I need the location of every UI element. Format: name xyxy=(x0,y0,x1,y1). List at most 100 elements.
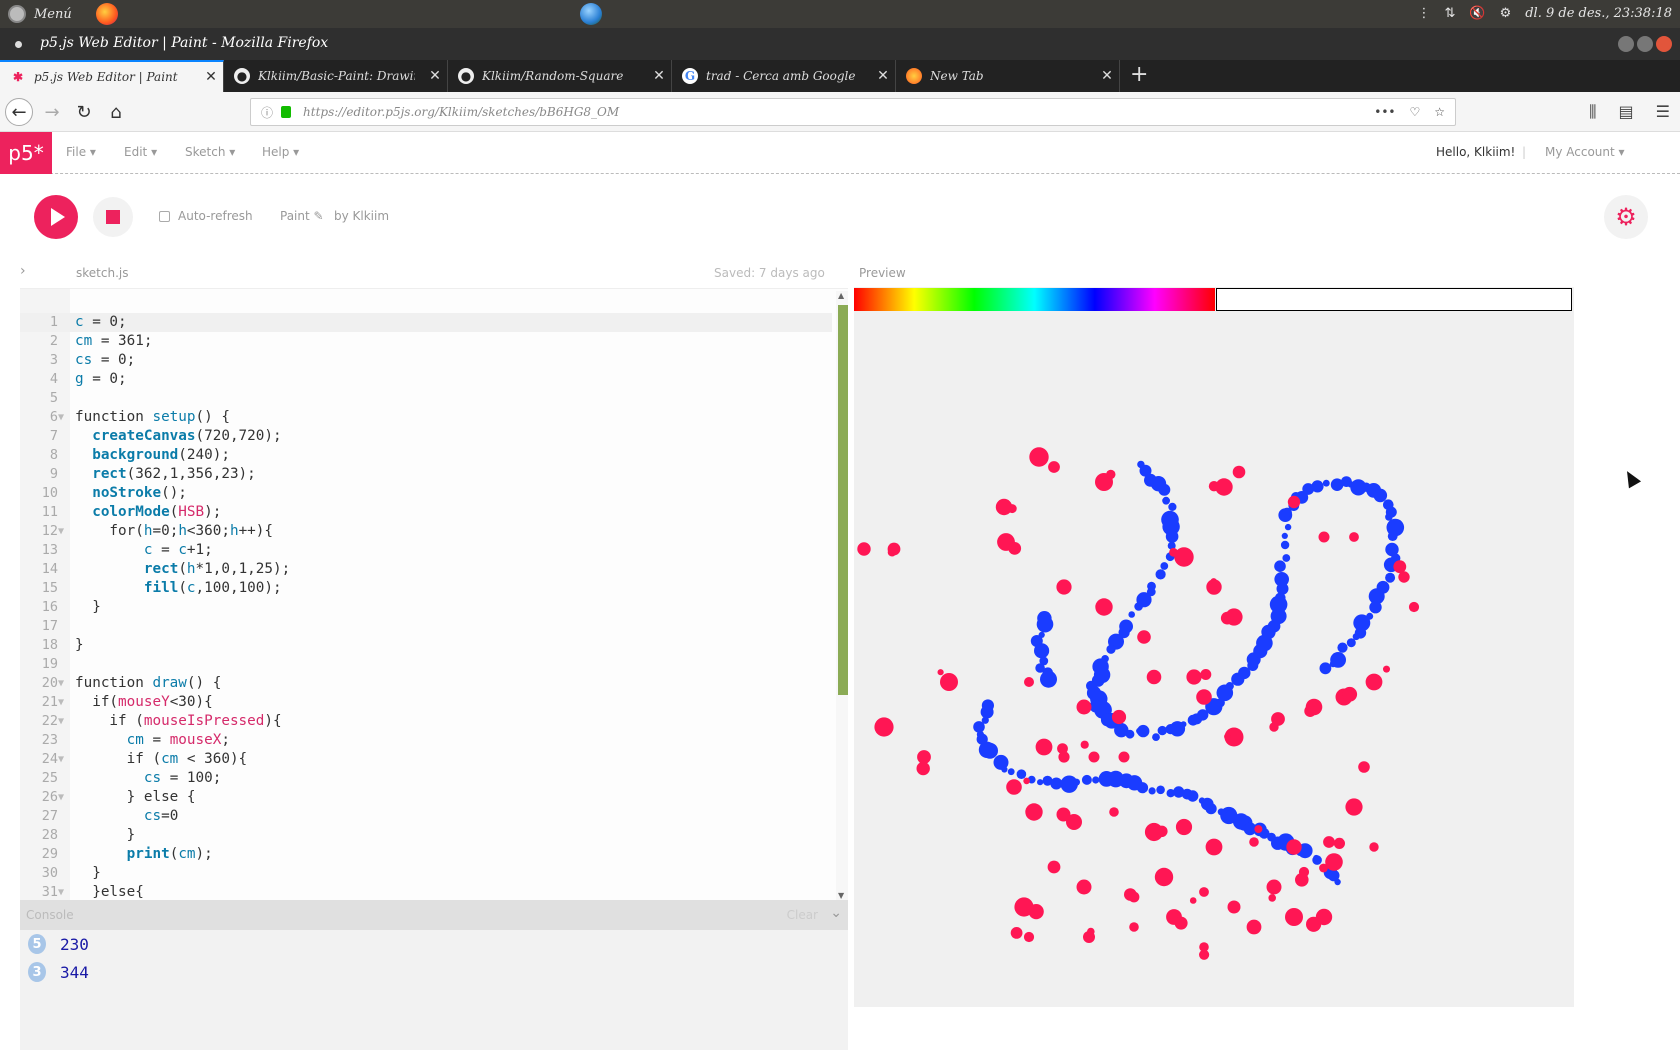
url-bar[interactable]: ⓘ https://editor.p5js.org/Klkiim/sketche… xyxy=(250,98,1456,126)
settings-icon[interactable]: ⚙ xyxy=(1500,6,1512,21)
code-line[interactable]: 21 ▼ if(mouseY<30){ xyxy=(20,693,832,712)
stop-button[interactable] xyxy=(93,197,133,237)
editor-scrollbar[interactable]: ▲ ▼ xyxy=(836,291,848,900)
pencil-icon[interactable]: ✎ xyxy=(314,209,324,223)
p5-logo[interactable]: p5* xyxy=(0,132,52,174)
auto-refresh-checkbox[interactable] xyxy=(159,210,170,222)
play-button[interactable] xyxy=(34,195,78,239)
window-menu-icon[interactable] xyxy=(15,41,22,48)
tab-close-icon[interactable]: ✕ xyxy=(423,68,447,84)
tab-close-icon[interactable]: ✕ xyxy=(871,68,895,84)
code-line[interactable]: 12 ▼ for(h=0;h<360;h++){ xyxy=(20,522,832,541)
code-line[interactable]: 24 ▼ if (cm < 360){ xyxy=(20,750,832,769)
code-line[interactable]: 1 c = 0; xyxy=(20,313,832,332)
fold-icon[interactable]: ▼ xyxy=(58,750,64,769)
globe-icon[interactable] xyxy=(580,3,602,25)
tab-new-tab[interactable]: New Tab ✕ xyxy=(896,60,1120,92)
library-icon[interactable]: ⫼ xyxy=(1589,102,1596,122)
os-menu-dots-icon[interactable]: ⋮ xyxy=(1417,6,1430,21)
scroll-up-icon[interactable]: ▲ xyxy=(838,291,844,300)
menu-file[interactable]: File xyxy=(66,145,96,159)
sidebar-icon[interactable]: ▤ xyxy=(1619,102,1634,122)
maximize-button[interactable] xyxy=(1637,36,1653,52)
code-line[interactable]: 6 ▼ function setup() { xyxy=(20,408,832,427)
code-line[interactable]: 18} xyxy=(20,636,832,655)
sidebar-expand-icon[interactable]: › xyxy=(20,263,26,279)
paint-dot xyxy=(1081,774,1092,785)
new-tab-button[interactable]: + xyxy=(1130,62,1148,87)
code-line[interactable]: 30 } xyxy=(20,864,832,883)
fold-icon[interactable]: ▼ xyxy=(58,712,64,731)
reload-button[interactable]: ↻ xyxy=(70,98,98,126)
code-line[interactable]: 28 } xyxy=(20,826,832,845)
pocket-icon[interactable]: ♡ xyxy=(1409,105,1420,119)
info-icon[interactable]: ⓘ xyxy=(261,104,273,121)
fold-icon[interactable]: ▼ xyxy=(58,693,64,712)
fold-icon[interactable]: ▼ xyxy=(58,674,64,693)
code-line[interactable]: 7 createCanvas(720,720); xyxy=(20,427,832,446)
tab-close-icon[interactable]: ✕ xyxy=(647,68,671,84)
sketch-canvas[interactable] xyxy=(854,287,1574,1007)
tab-basic-paint[interactable]: ● Klkiim/Basic-Paint: Drawing ✕ xyxy=(224,60,448,92)
fold-icon[interactable]: ▼ xyxy=(58,788,64,807)
menu-help[interactable]: Help xyxy=(262,145,299,159)
close-window-button[interactable] xyxy=(1656,36,1672,52)
url-text[interactable]: https://editor.p5js.org/Klkiim/sketches/… xyxy=(303,105,619,119)
code-line[interactable]: 15 fill(c,100,100); xyxy=(20,579,832,598)
scroll-down-icon[interactable]: ▼ xyxy=(838,891,844,900)
scrollbar-thumb[interactable] xyxy=(838,305,848,695)
code-line[interactable]: 16 } xyxy=(20,598,832,617)
code-line[interactable]: 8 background(240); xyxy=(20,446,832,465)
fold-icon[interactable]: ▼ xyxy=(58,522,64,541)
code-line[interactable]: 2 cm = 361; xyxy=(20,332,832,351)
bookmark-star-icon[interactable]: ☆ xyxy=(1434,105,1445,119)
back-button[interactable]: ← xyxy=(5,98,33,126)
code-line[interactable]: 3 cs = 0; xyxy=(20,351,832,370)
my-account-menu[interactable]: My Account xyxy=(1545,145,1625,159)
code-line[interactable]: 27 cs=0 xyxy=(20,807,832,826)
network-icon[interactable]: ⇅ xyxy=(1444,6,1455,21)
code-line[interactable]: 29 print(cm); xyxy=(20,845,832,864)
menu-sketch[interactable]: Sketch xyxy=(185,145,235,159)
code-line[interactable]: 23 cm = mouseX; xyxy=(20,731,832,750)
volume-muted-icon[interactable]: 🔇 xyxy=(1469,6,1485,21)
fold-icon[interactable]: ▼ xyxy=(58,883,64,900)
code-lines[interactable]: 1c = 0; 2 cm = 361; 3 cs = 0; 4 g = 0; 5 6 ▼ funct… xyxy=(20,313,832,900)
preferences-gear-icon[interactable]: ⚙ xyxy=(1604,195,1648,239)
paint-dot xyxy=(1383,665,1390,673)
code-line[interactable]: 14 rect(h*1,0,1,25); xyxy=(20,560,832,579)
code-line[interactable]: 9 rect(362,1,356,23); xyxy=(20,465,832,484)
home-button[interactable]: ⌂ xyxy=(102,98,130,126)
menu-edit[interactable]: Edit xyxy=(124,145,157,159)
hamburger-menu-icon[interactable]: ☰ xyxy=(1656,102,1670,122)
code-editor[interactable]: 1c = 0; 2 cm = 361; 3 cs = 0; 4 g = 0; 5 6 ▼ funct… xyxy=(20,288,848,900)
code-line[interactable]: 5 xyxy=(20,389,832,408)
fold-icon[interactable]: ▼ xyxy=(58,408,64,427)
os-menu-button[interactable]: Menú xyxy=(8,5,72,23)
tab-google-search[interactable]: G trad - Cerca amb Google ✕ xyxy=(672,60,896,92)
code-line[interactable]: 4 g = 0; xyxy=(20,370,832,389)
code-line[interactable]: 13 c = c+1; xyxy=(20,541,832,560)
minimize-button[interactable] xyxy=(1618,36,1634,52)
code-line[interactable]: 26 ▼ } else { xyxy=(20,788,832,807)
code-line[interactable]: 10 noStroke(); xyxy=(20,484,832,503)
sketch-name[interactable]: Paint ✎ xyxy=(280,209,324,223)
page-actions-icon[interactable]: ••• xyxy=(1374,105,1395,119)
tab-close-icon[interactable]: ✕ xyxy=(1095,68,1119,84)
tab-random-square[interactable]: ● Klkiim/Random-Square ✕ xyxy=(448,60,672,92)
code-line[interactable]: 19 xyxy=(20,655,832,674)
code-line[interactable]: 25 cs = 100; xyxy=(20,769,832,788)
tab-p5-editor[interactable]: ✱ p5.js Web Editor | Paint ✕ xyxy=(0,60,224,92)
code-line[interactable]: 11 colorMode(HSB); xyxy=(20,503,832,522)
console-clear-button[interactable]: Clear xyxy=(787,908,818,922)
code-line[interactable]: 17 xyxy=(20,617,832,636)
code-line[interactable]: 22 ▼ if (mouseIsPressed){ xyxy=(20,712,832,731)
os-clock[interactable]: dl. 9 de des., 23:38:18 xyxy=(1525,6,1672,21)
code-line[interactable]: 31 ▼ }else{ xyxy=(20,883,832,900)
firefox-launcher-icon[interactable] xyxy=(96,3,118,25)
chevron-down-icon[interactable]: ⌄ xyxy=(830,905,842,921)
forward-button[interactable]: → xyxy=(38,98,66,126)
auto-refresh-toggle[interactable]: Auto-refresh xyxy=(159,209,253,223)
tab-close-icon[interactable]: ✕ xyxy=(199,69,223,85)
code-line[interactable]: 20 ▼ function draw() { xyxy=(20,674,832,693)
